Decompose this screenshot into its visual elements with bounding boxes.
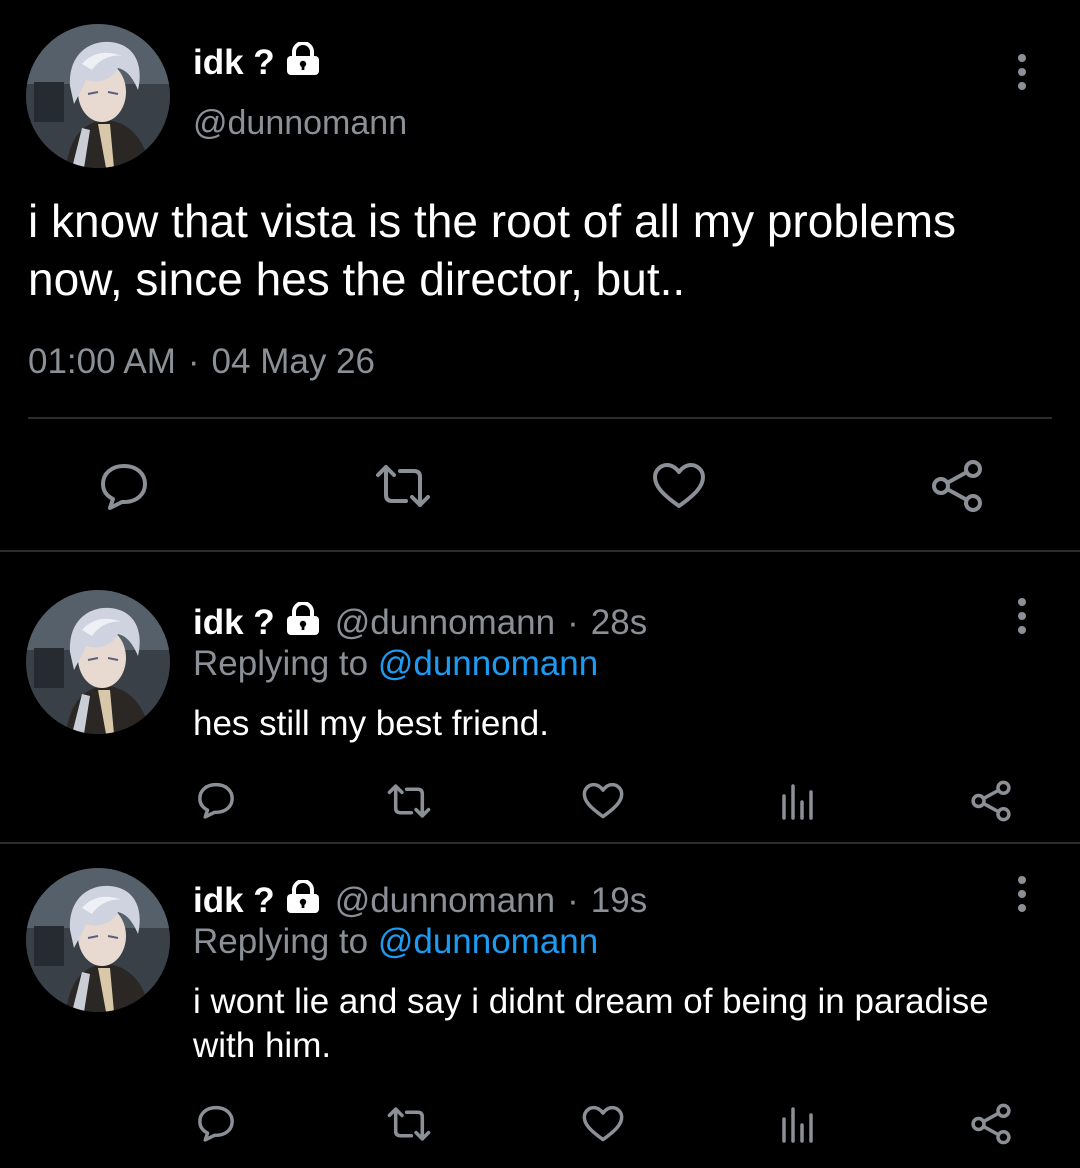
share-button[interactable]: [970, 780, 1012, 822]
tweet-timestamp: 01:00 AM · 04 May 26: [28, 344, 375, 379]
share-icon: [971, 1103, 1011, 1145]
analytics-button[interactable]: [780, 1105, 816, 1143]
display-name-text: idk ?: [193, 880, 275, 920]
meta-separator: ·: [567, 880, 579, 920]
analytics-button[interactable]: [780, 782, 816, 820]
tweet-text: i know that vista is the root of all my …: [28, 195, 957, 305]
retweet-icon: [387, 784, 431, 818]
lock-icon: [285, 41, 321, 82]
avatar[interactable]: [26, 24, 170, 168]
share-button[interactable]: [930, 459, 984, 513]
reply-header: idk ? @dunnomann · 28s: [193, 601, 647, 642]
reply-button[interactable]: [196, 1103, 236, 1143]
handle[interactable]: @dunnomann: [335, 605, 555, 640]
display-name[interactable]: idk ?: [193, 879, 321, 920]
main-tweet: idk ? @dunnomann i know that vista is th…: [0, 0, 1080, 552]
reply-icon: [101, 464, 147, 510]
like-button[interactable]: [582, 782, 624, 820]
tweet-time: 01:00 AM: [28, 342, 176, 381]
share-icon: [971, 780, 1011, 822]
avatar[interactable]: [26, 590, 170, 734]
mention-link[interactable]: @dunnomann: [378, 644, 598, 683]
display-name[interactable]: idk ?: [193, 41, 321, 82]
like-button[interactable]: [652, 462, 706, 510]
tweet-date: 04 May 26: [211, 342, 375, 381]
lock-icon: [285, 601, 321, 642]
timestamp[interactable]: 28s: [591, 605, 647, 640]
reply-button[interactable]: [98, 460, 150, 512]
display-name[interactable]: idk ?: [193, 601, 321, 642]
retweet-button[interactable]: [374, 463, 432, 509]
more-options-icon[interactable]: [1014, 54, 1030, 90]
retweet-icon: [387, 1107, 431, 1141]
display-name-text: idk ?: [193, 602, 275, 642]
meta-separator: ·: [567, 602, 579, 642]
analytics-icon: [782, 784, 813, 820]
mention-link[interactable]: @dunnomann: [378, 922, 598, 961]
reply-tweet[interactable]: idk ? @dunnomann · 19s Replying to @dunn…: [0, 844, 1080, 1168]
retweet-icon: [376, 465, 430, 507]
reply-icon: [198, 782, 234, 819]
handle[interactable]: @dunnomann: [193, 106, 407, 140]
like-icon: [653, 463, 705, 508]
retweet-button[interactable]: [386, 1106, 432, 1142]
replying-to: Replying to @dunnomann: [193, 646, 598, 681]
more-options-icon[interactable]: [1014, 598, 1030, 634]
lock-icon: [285, 879, 321, 920]
share-button[interactable]: [970, 1103, 1012, 1145]
like-icon: [582, 1105, 624, 1142]
like-button[interactable]: [582, 1105, 624, 1143]
reply-tweet[interactable]: idk ? @dunnomann · 28s Replying to @dunn…: [0, 552, 1080, 844]
share-icon: [932, 460, 982, 512]
more-options-icon[interactable]: [1014, 876, 1030, 912]
reply-header: idk ? @dunnomann · 19s: [193, 879, 647, 920]
timestamp[interactable]: 19s: [591, 883, 647, 918]
replying-to: Replying to @dunnomann: [193, 924, 598, 959]
analytics-icon: [782, 1107, 813, 1143]
replying-prefix: Replying to: [193, 644, 378, 683]
reply-button[interactable]: [196, 780, 236, 820]
handle[interactable]: @dunnomann: [335, 883, 555, 918]
like-icon: [582, 782, 624, 819]
retweet-button[interactable]: [386, 783, 432, 819]
replying-prefix: Replying to: [193, 922, 378, 961]
meta-separator: ·: [187, 342, 200, 381]
divider: [28, 417, 1052, 419]
display-name-text: idk ?: [193, 42, 275, 82]
tweet-text: hes still my best friend.: [193, 704, 549, 743]
avatar[interactable]: [26, 868, 170, 1012]
tweet-text: i wont lie and say i didnt dream of bein…: [193, 982, 989, 1065]
reply-icon: [198, 1105, 234, 1142]
